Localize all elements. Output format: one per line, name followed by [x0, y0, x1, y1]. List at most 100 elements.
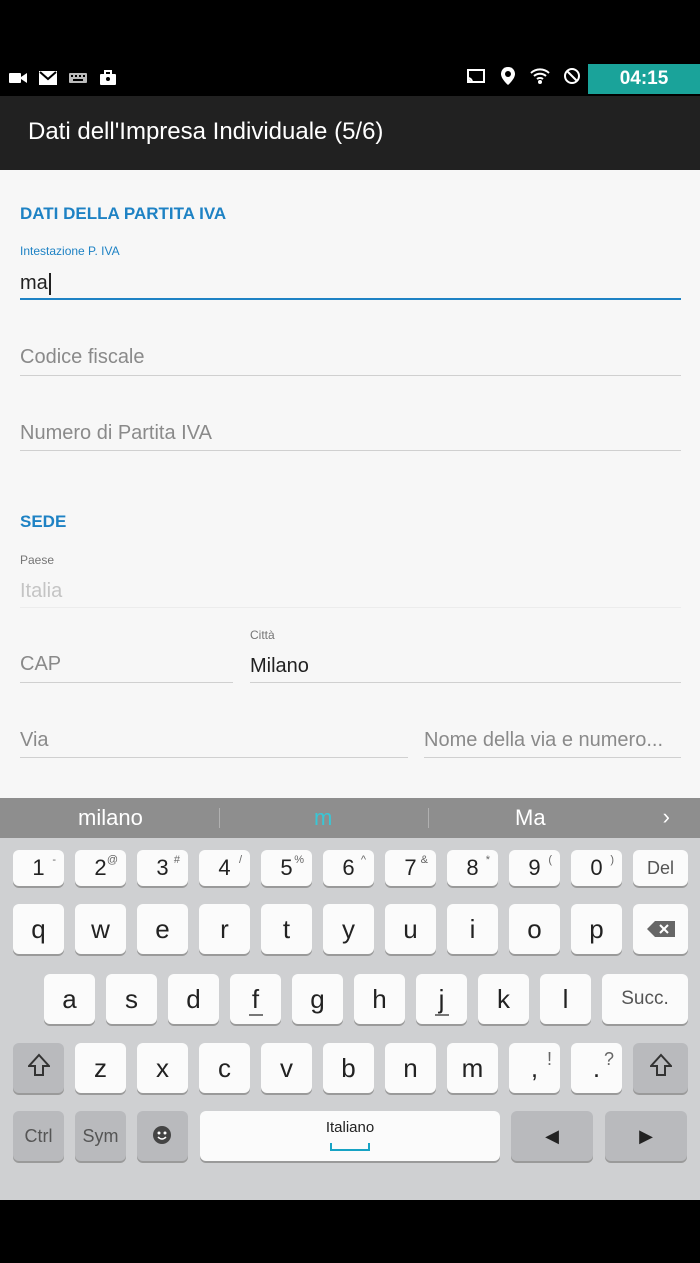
- key-u[interactable]: u: [385, 904, 436, 954]
- key-n[interactable]: n: [385, 1043, 436, 1093]
- key-c[interactable]: c: [199, 1043, 250, 1093]
- codice-fiscale-field[interactable]: Codice fiscale: [20, 346, 145, 369]
- key-7[interactable]: 7 &: [385, 850, 436, 886]
- nome-via-underline: [424, 757, 681, 758]
- suggestion-left[interactable]: milano: [78, 805, 143, 831]
- key-3[interactable]: 3 #: [137, 850, 188, 886]
- location-icon: [498, 66, 518, 86]
- key-label: 9: [528, 855, 541, 880]
- status-right-icons: [466, 66, 582, 86]
- key-r[interactable]: r: [199, 904, 250, 954]
- key-label: 1: [32, 855, 45, 880]
- numero-partita-iva-underline: [20, 450, 681, 451]
- key-label: .: [592, 1052, 601, 1083]
- page-title: Dati dell'Impresa Individuale (5/6): [28, 118, 384, 145]
- key-j[interactable]: j: [416, 974, 467, 1024]
- ctrl-key[interactable]: Ctrl: [13, 1111, 64, 1161]
- key-1[interactable]: 1-: [13, 850, 64, 886]
- key-m[interactable]: m: [447, 1043, 498, 1093]
- cap-underline: [20, 682, 233, 683]
- key-b[interactable]: b: [323, 1043, 374, 1093]
- shift-left-key[interactable]: [13, 1043, 64, 1093]
- key-sup: &: [420, 854, 428, 866]
- key-2[interactable]: 2 @: [75, 850, 126, 886]
- key-sup: -: [52, 854, 56, 866]
- citta-field[interactable]: Milano: [250, 655, 309, 678]
- home-key-marker: [248, 1014, 263, 1016]
- do-not-disturb-icon: [562, 66, 582, 86]
- key-e[interactable]: e: [137, 904, 188, 954]
- arrow-left-icon: ◀: [545, 1125, 559, 1146]
- key-f[interactable]: f: [230, 974, 281, 1024]
- app-bar: Dati dell'Impresa Individuale (5/6): [0, 96, 700, 170]
- key-sup: !: [546, 1049, 552, 1069]
- suggestion-strip: milano m Ma ›: [0, 798, 700, 838]
- key-o[interactable]: o: [509, 904, 560, 954]
- suggestion-divider: [219, 808, 220, 828]
- key-p[interactable]: p: [571, 904, 622, 954]
- suggestion-right[interactable]: Ma: [515, 805, 546, 831]
- key-sup: *: [485, 854, 490, 866]
- key-comma[interactable]: ,!: [509, 1043, 560, 1093]
- intestazione-label: Intestazione P. IVA: [20, 244, 120, 258]
- intestazione-value: ma: [20, 272, 48, 294]
- key-4[interactable]: 4/: [199, 850, 250, 886]
- shift-right-key[interactable]: [633, 1043, 688, 1093]
- top-black-band: [0, 0, 700, 60]
- emoji-key[interactable]: [137, 1111, 188, 1161]
- via-field[interactable]: Via: [20, 729, 49, 752]
- key-i[interactable]: i: [447, 904, 498, 954]
- suggestion-middle[interactable]: m: [314, 805, 332, 831]
- arrow-left-key[interactable]: ◀: [511, 1111, 593, 1161]
- key-9[interactable]: 9(: [509, 850, 560, 886]
- section-title-partita-iva: DATI DELLA PARTITA IVA: [20, 204, 227, 223]
- sym-key[interactable]: Sym: [75, 1111, 126, 1161]
- key-w[interactable]: w: [75, 904, 126, 954]
- suggestion-more-icon[interactable]: ›: [663, 804, 670, 830]
- key-t[interactable]: t: [261, 904, 312, 954]
- key-s[interactable]: s: [106, 974, 157, 1024]
- nome-via-field[interactable]: Nome della via e numero...: [424, 729, 663, 752]
- key-label: ,: [530, 1052, 539, 1083]
- form: DATI DELLA PARTITA IVA Intestazione P. I…: [0, 170, 700, 798]
- paese-label: Paese: [20, 553, 55, 567]
- cap-field[interactable]: CAP: [20, 653, 61, 676]
- key-0[interactable]: 0): [571, 850, 622, 886]
- next-key[interactable]: Succ.: [602, 974, 688, 1024]
- key-q[interactable]: q: [13, 904, 64, 954]
- delete-key[interactable]: Del: [633, 850, 688, 886]
- key-a[interactable]: a: [44, 974, 95, 1024]
- key-8[interactable]: 8 *: [447, 850, 498, 886]
- key-y[interactable]: y: [323, 904, 374, 954]
- key-x[interactable]: x: [137, 1043, 188, 1093]
- key-z[interactable]: z: [75, 1043, 126, 1093]
- numero-partita-iva-field[interactable]: Numero di Partita IVA: [20, 422, 212, 445]
- cast-icon: [466, 66, 486, 86]
- key-period[interactable]: .?: [571, 1043, 622, 1093]
- key-6[interactable]: 6 ^: [323, 850, 374, 886]
- space-key[interactable]: Italiano: [200, 1111, 500, 1161]
- backspace-key[interactable]: [633, 904, 688, 954]
- key-h[interactable]: h: [354, 974, 405, 1024]
- arrow-right-icon: ▶: [639, 1125, 653, 1146]
- keyboard: 1- 2 @ 3 # 4/ 5% 6 ^ 7 & 8 * 9( 0) Del q w e …: [0, 838, 700, 1200]
- key-label: 8: [466, 855, 479, 880]
- suggestion-divider: [428, 808, 429, 828]
- status-clock: 04:15: [588, 64, 700, 94]
- key-label: f: [251, 983, 260, 1014]
- shift-icon: [26, 1053, 51, 1084]
- key-sup: %: [294, 854, 304, 866]
- backspace-icon: [646, 914, 676, 945]
- key-sup: /: [238, 854, 242, 866]
- arrow-right-key[interactable]: ▶: [605, 1111, 687, 1161]
- key-label: 3: [156, 855, 169, 880]
- intestazione-field[interactable]: ma: [20, 272, 51, 295]
- key-d[interactable]: d: [168, 974, 219, 1024]
- key-v[interactable]: v: [261, 1043, 312, 1093]
- key-l[interactable]: l: [540, 974, 591, 1024]
- key-5[interactable]: 5%: [261, 850, 312, 886]
- key-g[interactable]: g: [292, 974, 343, 1024]
- key-k[interactable]: k: [478, 974, 529, 1024]
- intestazione-underline: [20, 298, 681, 300]
- paese-underline: [20, 607, 681, 608]
